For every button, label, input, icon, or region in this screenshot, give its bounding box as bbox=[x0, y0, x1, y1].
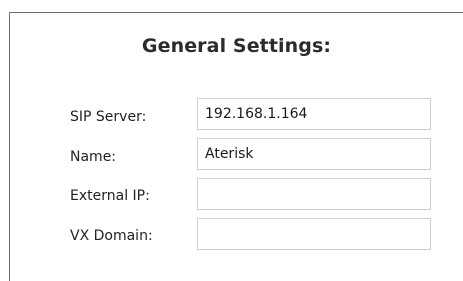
name-input[interactable] bbox=[197, 138, 431, 170]
sip-server-input[interactable] bbox=[197, 98, 431, 130]
name-label: Name: bbox=[70, 149, 117, 165]
external-ip-input[interactable] bbox=[197, 178, 431, 210]
vx-domain-input[interactable] bbox=[197, 218, 431, 250]
general-settings-panel: General Settings: SIP Server: Name: Exte… bbox=[9, 12, 463, 281]
sip-server-label: SIP Server: bbox=[70, 109, 147, 125]
vx-domain-label: VX Domain: bbox=[70, 228, 153, 244]
section-title: General Settings: bbox=[141, 35, 332, 57]
external-ip-label: External IP: bbox=[70, 188, 150, 204]
